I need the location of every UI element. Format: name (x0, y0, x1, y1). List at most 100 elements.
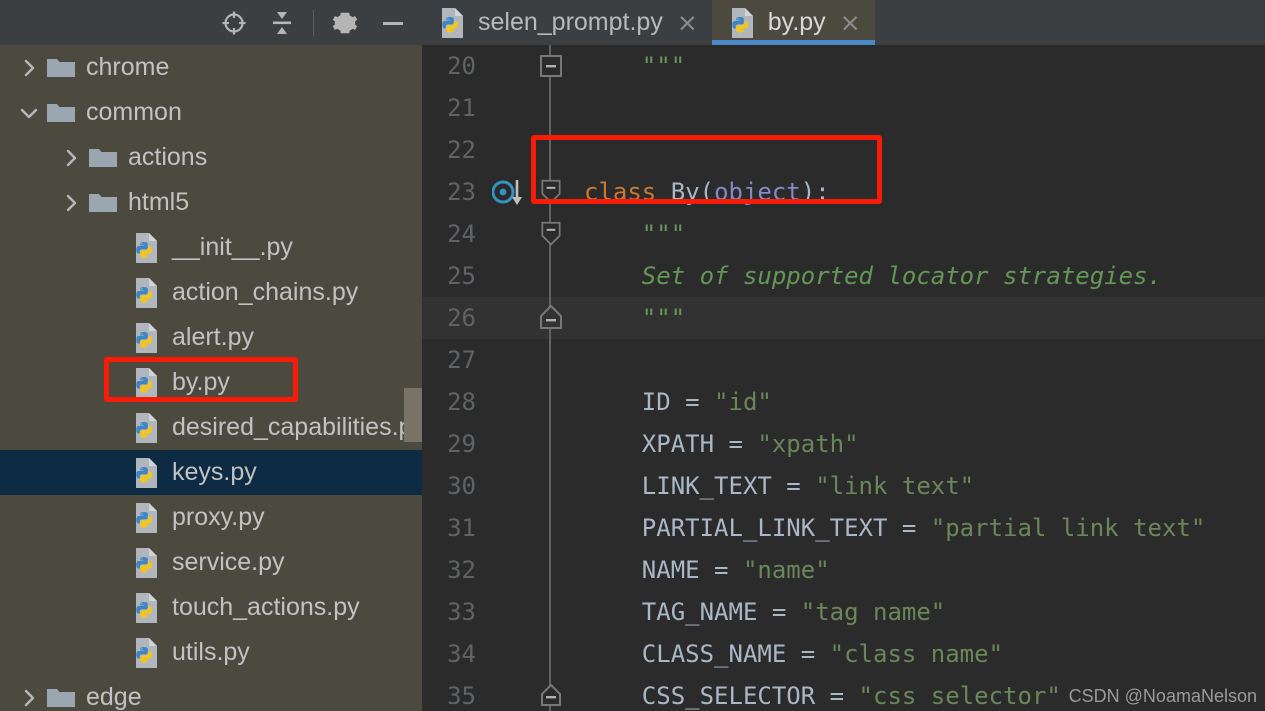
tree-item-action-chains-py[interactable]: action_chains.py (0, 270, 422, 315)
tab-label: by.py (767, 8, 826, 36)
python-file-icon (130, 591, 164, 625)
tree-item-chrome[interactable]: chrome (0, 45, 422, 90)
locate-file-icon[interactable] (213, 3, 255, 43)
tree-item-edge[interactable]: edge (0, 675, 422, 711)
code-token: """ (641, 304, 686, 332)
tree-item-touch-actions-py[interactable]: touch_actions.py (0, 585, 422, 630)
folder-icon (86, 141, 120, 175)
code-token: ( (699, 178, 715, 206)
chevron-down-icon[interactable] (14, 90, 44, 135)
line-number: 26 (447, 304, 476, 332)
folder-icon (44, 96, 78, 130)
tree-item-label: keys.py (172, 458, 257, 486)
tree-item-common[interactable]: common (0, 90, 422, 135)
chevron-right-icon[interactable] (56, 180, 86, 225)
line-number: 23 (447, 178, 476, 206)
code-line-text: XPATH = "xpath" (584, 430, 1265, 458)
line-number: 22 (447, 136, 476, 164)
close-icon[interactable]: × (677, 10, 698, 35)
tree-item-alert-py[interactable]: alert.py (0, 315, 422, 360)
project-file-tree[interactable]: chrome common actions html5 __init__.pyactio… (0, 45, 422, 711)
tree-item-label: touch_actions.py (172, 593, 360, 621)
project-panel-scrollbar[interactable] (404, 388, 422, 442)
fold-collapse-icon[interactable] (541, 213, 584, 255)
code-token: ): (800, 178, 830, 206)
code-line-text: """ (584, 220, 1265, 248)
tree-item-label: __init__.py (172, 233, 293, 261)
tree-item-proxy-py[interactable]: proxy.py (0, 495, 422, 540)
line-number: 33 (447, 598, 476, 626)
fold-collapse-icon[interactable] (540, 297, 584, 339)
editor-area: selen_prompt.py × by.py × 20 """ 21 22 23 class… (422, 0, 1265, 711)
hide-panel-icon[interactable] (372, 3, 414, 43)
project-panel: chrome common actions html5 __init__.pyactio… (0, 0, 422, 711)
folder-icon (86, 186, 120, 220)
line-number: 24 (447, 220, 476, 248)
tree-item-label: common (86, 98, 182, 126)
gutter-spacer (482, 633, 550, 675)
code-line-text: ID = "id" (584, 388, 1265, 416)
line-number: 31 (447, 514, 476, 542)
fold-guide-segment (550, 423, 584, 465)
code-line-text: CLASS_NAME = "class name" (584, 640, 1265, 668)
tree-item-label: service.py (172, 548, 285, 576)
code-line-text: TAG_NAME = "tag name" (584, 598, 1265, 626)
fold-guide-segment (550, 591, 584, 633)
code-token: By (670, 178, 700, 206)
code-token: class (584, 178, 671, 206)
chevron-right-icon[interactable] (14, 675, 44, 711)
python-file-icon (130, 231, 164, 265)
collapse-all-icon[interactable] (261, 3, 303, 43)
tree-item-html5[interactable]: html5 (0, 180, 422, 225)
code-token: PARTIAL_LINK_TEXT = (584, 514, 931, 542)
code-token: "xpath" (757, 430, 859, 458)
editor-tab-by-py[interactable]: by.py × (711, 0, 875, 45)
code-editor[interactable]: 20 """ 21 22 23 class By(object): 24 """ 25 Se… (422, 45, 1265, 711)
tree-item--init-py[interactable]: __init__.py (0, 225, 422, 270)
tree-item-utils-py[interactable]: utils.py (0, 630, 422, 675)
chevron-right-icon[interactable] (14, 45, 44, 90)
watermark: CSDN @NoamaNelson (1068, 686, 1257, 706)
fold-collapse-icon[interactable] (541, 675, 584, 711)
settings-gear-icon[interactable] (324, 3, 366, 43)
fold-guide-segment (550, 507, 584, 549)
code-token: "tag name" (800, 598, 946, 626)
tree-item-label: utils.py (172, 638, 250, 666)
code-line-text: NAME = "name" (584, 556, 1265, 584)
line-number: 28 (447, 388, 476, 416)
tree-item-desired-capabilities-p[interactable]: desired_capabilities.p (0, 405, 422, 450)
code-token: "id" (714, 388, 772, 416)
gutter-spacer (482, 591, 550, 633)
tree-item-actions[interactable]: actions (0, 135, 422, 180)
fold-guide-segment (550, 87, 584, 129)
editor-tab-selen-prompt-py[interactable]: selen_prompt.py × (422, 0, 712, 45)
tree-item-keys-py[interactable]: keys.py (0, 450, 422, 495)
gutter-spacer (482, 549, 550, 591)
tree-item-label: by.py (172, 368, 230, 396)
fold-guide-segment (550, 129, 584, 171)
toolbar-divider (313, 9, 314, 36)
fold-collapse-icon[interactable] (540, 45, 584, 87)
gutter-spacer (482, 423, 550, 465)
editor-tab-bar[interactable]: selen_prompt.py × by.py × (422, 0, 1265, 45)
python-file-icon (130, 546, 164, 580)
pycharm-window: chrome common actions html5 __init__.pyactio… (0, 0, 1265, 711)
fold-collapse-icon[interactable] (541, 171, 584, 213)
tree-item-label: html5 (128, 188, 190, 216)
chevron-right-icon[interactable] (56, 135, 86, 180)
tree-item-label: proxy.py (172, 503, 265, 531)
tree-item-service-py[interactable]: service.py (0, 540, 422, 585)
close-icon[interactable]: × (840, 10, 861, 35)
code-token: LINK_TEXT = (584, 472, 816, 500)
tree-item-by-py[interactable]: by.py (0, 360, 422, 405)
